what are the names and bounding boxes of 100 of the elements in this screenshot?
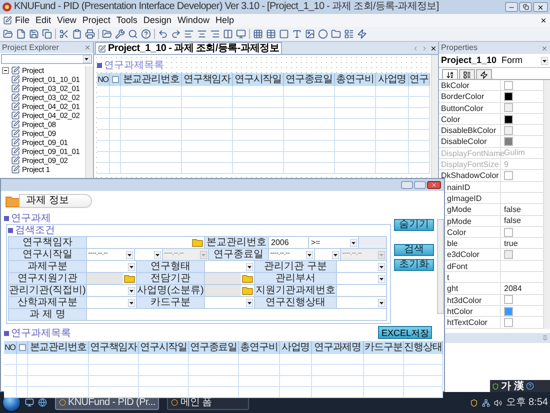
property-name[interactable]: BorderColor [439,91,501,102]
dropdown-field[interactable] [337,297,387,309]
dropdown-field[interactable] [205,297,255,309]
dropdown-field[interactable] [205,261,255,273]
globe-icon[interactable] [38,398,47,407]
align-right-icon[interactable] [210,29,220,39]
select-all-checkbox[interactable] [112,76,118,83]
open-folder-icon[interactable] [3,29,13,39]
menu-item[interactable]: Window [177,15,210,26]
image-icon[interactable] [305,29,315,39]
table-icon[interactable] [266,29,276,39]
property-value[interactable]: 2084 [504,283,522,294]
color-swatch[interactable] [504,318,513,327]
lightning-icon[interactable] [357,29,367,39]
open-folder-icon[interactable] [102,29,112,39]
scroll-left-icon[interactable] [412,44,419,52]
color-swatch[interactable] [504,171,513,180]
color-swatch[interactable] [504,295,513,304]
monitor-icon[interactable] [236,29,246,39]
list-icon[interactable] [344,29,354,39]
menu-item[interactable]: Project [82,15,110,26]
excel-save-button[interactable]: EXCEL저장 [378,326,432,339]
rectangle-icon[interactable] [279,29,289,39]
restore-button[interactable] [519,2,532,12]
shield-icon[interactable] [470,398,478,406]
color-swatch[interactable] [504,250,513,260]
action-button[interactable]: 숨기기 [394,219,434,231]
search-icon[interactable] [128,29,138,39]
align-left-icon[interactable] [184,29,194,39]
undo-icon[interactable] [158,29,168,39]
categorized-tab[interactable] [459,69,475,79]
object-selector[interactable]: Project_1_10 Form [439,54,550,68]
folder-icon[interactable] [192,238,203,247]
dropdown-field[interactable] [1,54,92,64]
desktop-icon[interactable] [25,398,34,407]
copy-icon[interactable] [42,29,52,39]
scrollbar[interactable] [437,219,444,314]
dropdown-field[interactable]: >= [309,237,359,249]
network-icon[interactable] [482,398,490,406]
close-button[interactable] [427,181,441,189]
dropdown-field[interactable] [315,249,341,261]
color-swatch[interactable] [504,137,513,146]
printer-icon[interactable] [85,29,95,39]
sort-alphabetical-tab[interactable] [442,69,458,79]
dropdown-field[interactable] [337,261,387,273]
folder-icon[interactable] [242,286,253,295]
language-bar[interactable]: 가 漢 [490,380,550,392]
columns-icon[interactable] [223,29,233,39]
clock[interactable]: 오후 8:54 [506,395,548,410]
events-tab[interactable] [476,69,492,79]
color-swatch[interactable] [504,103,513,112]
action-button[interactable]: 검색 [394,244,434,256]
property-name[interactable]: DisableColor [439,136,501,147]
menu-item[interactable]: Edit [36,15,52,26]
minimize-button[interactable] [505,2,518,12]
redo-icon[interactable] [171,29,181,39]
color-swatch[interactable] [504,306,513,316]
save-icon[interactable] [29,29,39,39]
property-name[interactable]: DisableBkColor [439,125,501,136]
new-file-icon[interactable] [16,29,26,39]
minimize-button[interactable] [401,181,413,189]
clipboard-icon[interactable] [72,29,82,39]
close-icon[interactable] [540,17,547,24]
menu-item[interactable]: File [15,15,30,26]
text-icon[interactable] [292,29,302,39]
property-name[interactable]: BkColor [439,80,501,90]
tree-toggle-icon[interactable] [2,67,9,74]
close-button[interactable] [533,2,548,12]
property-name[interactable]: ButtonColor [439,102,501,113]
pin-icon[interactable] [542,334,548,341]
circle-icon[interactable] [318,29,328,39]
dropdown-field[interactable] [87,297,137,309]
grid-icon[interactable] [253,29,263,39]
action-button[interactable]: 초기화 [394,259,434,271]
menu-item[interactable]: Tools [116,15,138,26]
dropdown-field[interactable] [87,285,137,297]
text-field[interactable]: 2006 [269,237,309,249]
color-swatch[interactable] [504,92,513,101]
wrench-icon[interactable] [115,29,125,39]
color-swatch[interactable] [504,80,513,90]
color-swatch[interactable] [504,228,513,236]
menu-item[interactable]: Design [143,15,172,26]
folder-icon[interactable] [331,29,341,39]
speaker-icon[interactable] [494,398,502,406]
color-swatch[interactable] [504,114,513,124]
scrollbar[interactable] [543,80,550,329]
property-value[interactable]: false [504,204,521,215]
menu-item[interactable]: Help [215,15,234,26]
select-all-checkbox[interactable] [18,344,26,351]
text-field[interactable] [87,309,387,321]
property-value[interactable]: true [504,238,518,249]
color-swatch[interactable] [504,126,513,135]
dropdown-field[interactable] [135,249,163,261]
dropdown-field[interactable] [337,273,387,285]
cut-icon[interactable] [59,29,69,39]
property-value[interactable]: false [504,215,521,226]
help-icon[interactable] [141,29,151,39]
document-tab[interactable]: Project_1_10 - 과제 조회/등록-과제정보 [95,42,282,54]
dropdown-field[interactable] [87,261,137,273]
close-icon[interactable] [430,44,437,52]
